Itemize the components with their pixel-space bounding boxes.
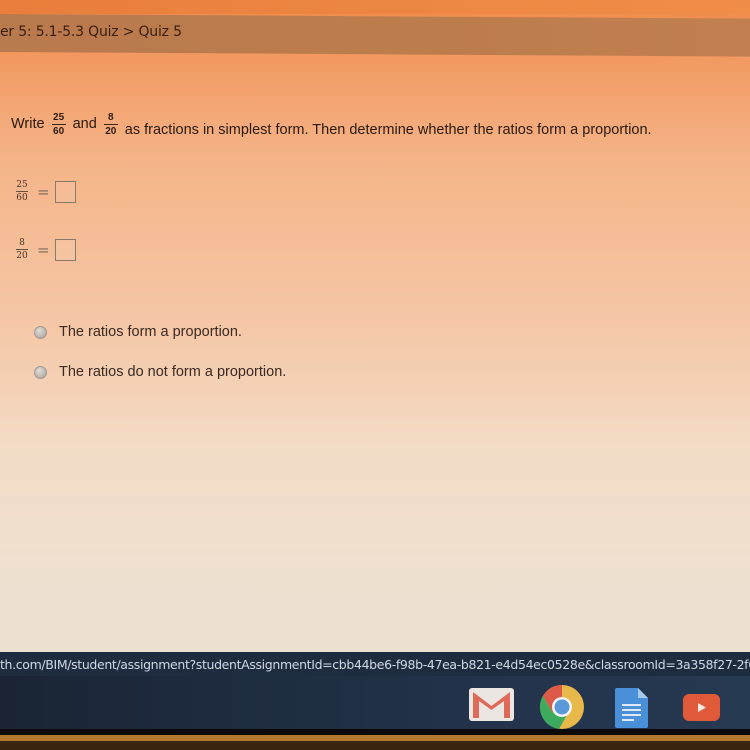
- fraction-denominator: 60: [16, 193, 28, 203]
- top-strip: [0, 0, 750, 14]
- equation-fraction: 25 60: [14, 180, 30, 203]
- fraction-numerator: 8: [108, 111, 114, 123]
- gmail-icon[interactable]: [469, 688, 514, 721]
- option-label: The ratios do not form a proportion.: [59, 364, 287, 380]
- fraction-denominator: 60: [53, 125, 65, 137]
- quiz-page: er 5: 5.1-5.3 Quiz > Quiz 5 Write 25 60 …: [0, 0, 750, 655]
- equals-sign: =: [37, 182, 50, 201]
- question-fraction-2: 8 20: [103, 111, 118, 137]
- equation-fraction: 8 20: [14, 238, 30, 261]
- radio-button[interactable]: [34, 365, 47, 379]
- docs-icon[interactable]: [615, 688, 648, 728]
- option-label: The ratios form a proportion.: [59, 324, 242, 340]
- chrome-icon[interactable]: [539, 684, 585, 730]
- answer-input-2[interactable]: [54, 238, 76, 261]
- fraction-bar: [51, 123, 66, 125]
- fraction-numerator: 8: [19, 238, 25, 248]
- question-fraction-1: 25 60: [51, 111, 66, 137]
- equation-row-1: 25 60 =: [14, 180, 76, 203]
- fraction-bar: [103, 123, 118, 125]
- fraction-denominator: 20: [105, 125, 117, 137]
- fraction-numerator: 25: [53, 111, 65, 123]
- fraction-numerator: 25: [16, 180, 28, 190]
- screen: er 5: 5.1-5.3 Quiz > Quiz 5 Write 25 60 …: [0, 0, 750, 750]
- fraction-bar: [16, 191, 28, 192]
- equation-row-2: 8 20 =: [14, 238, 76, 261]
- question-prefix: Write: [11, 116, 45, 132]
- bezel-bottom: [0, 741, 750, 750]
- youtube-icon[interactable]: [683, 694, 720, 721]
- option-not-form-proportion[interactable]: The ratios do not form a proportion.: [34, 364, 286, 380]
- question-text: Write 25 60 and 8 20 as fractions in sim…: [11, 110, 652, 139]
- option-form-proportion[interactable]: The ratios form a proportion.: [34, 324, 242, 340]
- question-suffix: as fractions in simplest form. Then dete…: [124, 122, 652, 138]
- radio-button[interactable]: [34, 325, 47, 339]
- breadcrumb[interactable]: er 5: 5.1-5.3 Quiz > Quiz 5: [0, 24, 182, 40]
- status-url: th.com/BIM/student/assignment?studentAss…: [0, 657, 750, 672]
- fraction-bar: [16, 249, 28, 250]
- equals-sign: =: [37, 240, 50, 259]
- answer-input-1[interactable]: [54, 180, 76, 203]
- question-middle: and: [72, 116, 97, 132]
- fraction-denominator: 20: [16, 251, 28, 261]
